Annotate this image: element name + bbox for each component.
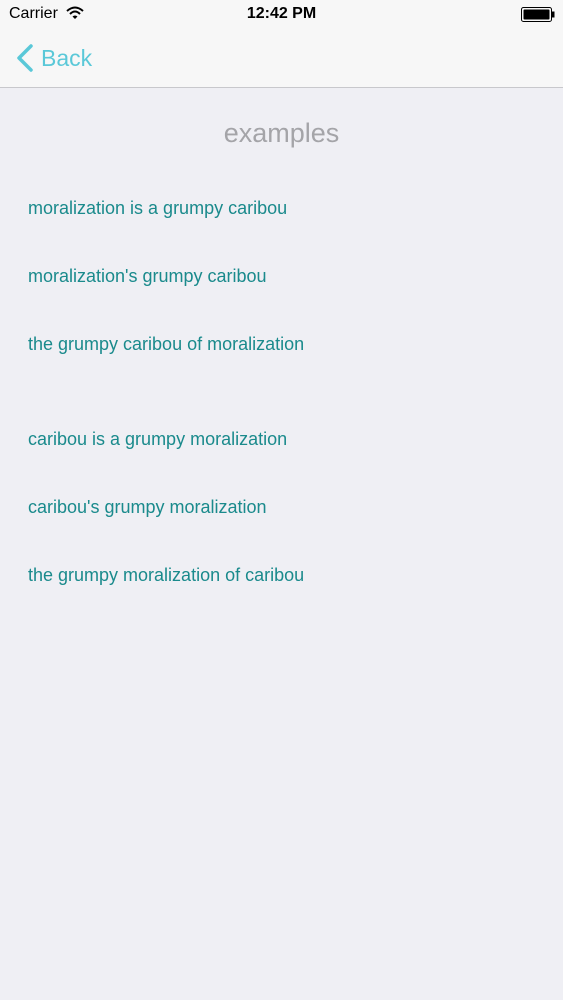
chevron-left-icon [17, 44, 33, 72]
section-title: examples [223, 118, 340, 148]
back-button[interactable]: Back [16, 42, 92, 74]
example-item[interactable]: the grumpy moralization of caribou [28, 565, 304, 586]
example-item[interactable]: caribou is a grumpy moralization [28, 429, 287, 450]
example-item[interactable]: moralization's grumpy caribou [28, 266, 267, 287]
example-item[interactable]: caribou's grumpy moralization [28, 497, 267, 518]
example-item[interactable]: moralization is a grumpy caribou [28, 198, 287, 219]
navigation-bar: Back [0, 30, 563, 88]
back-label: Back [41, 44, 93, 71]
status-time: 12:42 PM [246, 5, 317, 22]
battery-icon [521, 7, 555, 22]
example-item[interactable]: the grumpy caribou of moralization [28, 334, 304, 355]
status-bar: Carrier 12:42 PM [0, 0, 563, 30]
